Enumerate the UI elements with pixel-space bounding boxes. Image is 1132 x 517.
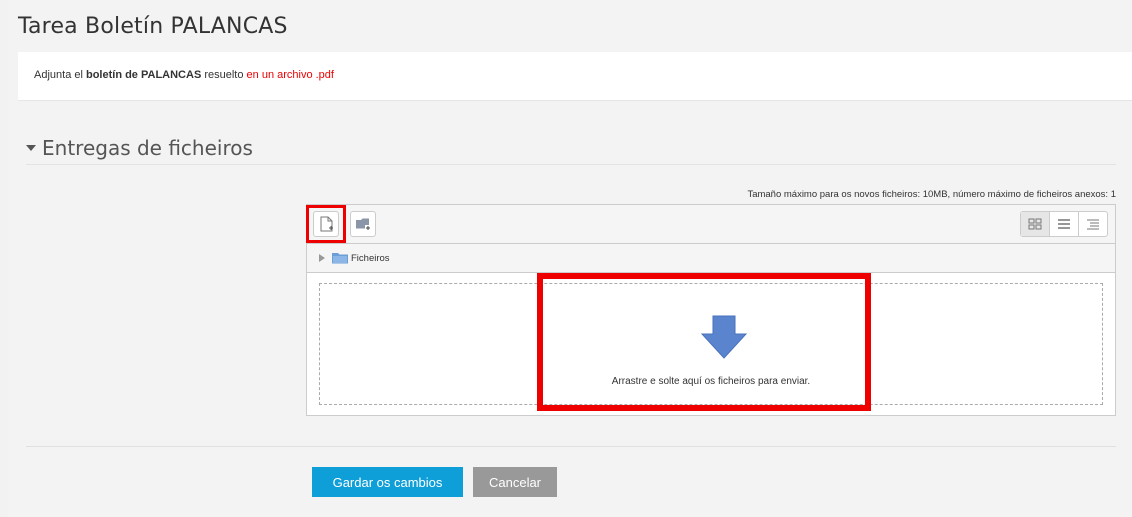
view-list-button[interactable] xyxy=(1050,212,1079,236)
add-file-highlight xyxy=(306,205,346,243)
section-title: Entregas de ficheiros xyxy=(42,136,253,160)
section-header[interactable]: Entregas de ficheiros xyxy=(26,136,1116,165)
tree-view-icon xyxy=(1087,219,1099,230)
save-changes-button[interactable]: Gardar os cambios xyxy=(312,467,463,497)
intro-text: Adjunta el boletín de PALANCAS resuelto … xyxy=(34,69,334,81)
view-tree-button[interactable] xyxy=(1079,212,1107,236)
intro-red: en un archivo .pdf xyxy=(246,69,334,81)
view-icons-button[interactable] xyxy=(1021,212,1050,236)
file-manager-toolbar xyxy=(306,205,1115,244)
path-folder-label[interactable]: Ficheiros xyxy=(351,253,390,264)
caret-down-icon xyxy=(26,145,36,151)
folder-icon xyxy=(332,253,348,264)
cancel-button[interactable]: Cancelar xyxy=(473,467,557,497)
create-folder-icon xyxy=(356,218,371,231)
intro-middle: resuelto xyxy=(201,69,247,81)
list-view-icon xyxy=(1058,219,1070,229)
path-bar: Ficheiros xyxy=(307,244,1115,273)
intro-prefix: Adjunta el xyxy=(34,69,86,81)
grid-view-icon xyxy=(1028,218,1042,230)
view-switcher xyxy=(1020,211,1108,237)
page-title: Tarea Boletín PALANCAS xyxy=(18,14,288,39)
create-folder-button[interactable] xyxy=(350,211,376,237)
file-manager: Ficheiros Arrastre e solte aquí os fiche… xyxy=(306,204,1116,416)
intro-bold: boletín de PALANCAS xyxy=(85,69,202,81)
max-file-info: Tamaño máximo para os novos ficheiros: 1… xyxy=(747,189,1116,200)
drop-zone-highlight xyxy=(537,273,871,411)
intro-box: Adjunta el boletín de PALANCAS resuelto … xyxy=(18,52,1132,101)
expand-arrow-icon[interactable] xyxy=(319,254,325,262)
divider xyxy=(26,446,1116,447)
